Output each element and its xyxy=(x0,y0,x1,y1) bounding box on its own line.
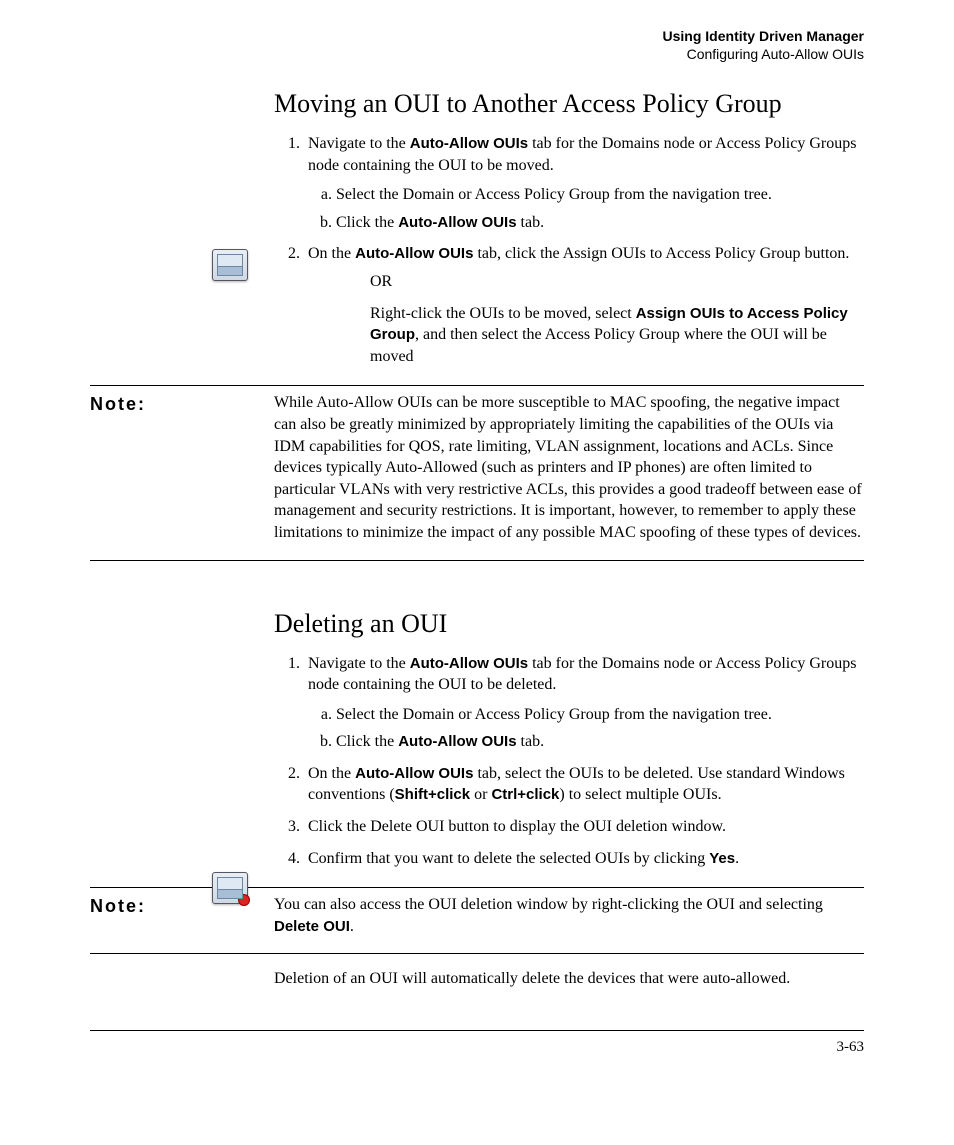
footer-rule xyxy=(90,1030,864,1031)
section1-title: Moving an OUI to Another Access Policy G… xyxy=(274,89,864,119)
text: Right-click the OUIs to be moved, select xyxy=(370,305,636,322)
text: , and then select the Access Policy Grou… xyxy=(370,326,827,365)
section2-title: Deleting an OUI xyxy=(274,609,864,639)
note-body: While Auto-Allow OUIs can be more suscep… xyxy=(274,392,864,549)
section1-step2: On the Auto-Allow OUIs tab, click the As… xyxy=(304,243,864,367)
text: Navigate to the xyxy=(308,655,410,672)
bold-text: Ctrl+click xyxy=(491,786,559,803)
text: On the xyxy=(308,245,355,262)
bold-text: Shift+click xyxy=(395,786,470,803)
text: Navigate to the xyxy=(308,135,410,152)
note2-text: You can also access the OUI deletion win… xyxy=(274,894,864,937)
bold-text: Auto-Allow OUIs xyxy=(355,765,473,782)
bold-text: Auto-Allow OUIs xyxy=(410,655,528,672)
text: Confirm that you want to delete the sele… xyxy=(308,850,709,867)
text: ) to select multiple OUIs. xyxy=(559,786,721,803)
text: tab, click the Assign OUIs to Access Pol… xyxy=(473,245,849,262)
section2-step3: Click the Delete OUI button to display t… xyxy=(304,816,864,838)
section2-step1: Navigate to the Auto-Allow OUIs tab for … xyxy=(304,653,864,753)
section1-step1: Navigate to the Auto-Allow OUIs tab for … xyxy=(304,133,864,233)
text: You can also access the OUI deletion win… xyxy=(274,896,823,913)
bold-text: Yes xyxy=(709,850,735,867)
text: or xyxy=(470,786,491,803)
section1-substeps: Select the Domain or Access Policy Group… xyxy=(308,184,864,233)
assign-oui-icon xyxy=(212,249,248,281)
section2-step2: On the Auto-Allow OUIs tab, select the O… xyxy=(304,763,864,806)
header-subtitle: Configuring Auto-Allow OUIs xyxy=(90,46,864,64)
section1-step1b: Click the Auto-Allow OUIs tab. xyxy=(336,212,864,234)
note-2: Note: You can also access the OUI deleti… xyxy=(90,887,864,954)
text: . xyxy=(735,850,739,867)
bold-text: Auto-Allow OUIs xyxy=(410,135,528,152)
alt-instruction: Right-click the OUIs to be moved, select… xyxy=(370,303,864,368)
note-body: You can also access the OUI deletion win… xyxy=(274,894,864,943)
bold-text: Auto-Allow OUIs xyxy=(355,245,473,262)
text: On the xyxy=(308,765,355,782)
section-deleting-oui: Deleting an OUI Navigate to the Auto-All… xyxy=(274,609,864,870)
text: tab. xyxy=(517,214,545,231)
note-label: Note: xyxy=(90,392,274,549)
section2-substeps: Select the Domain or Access Policy Group… xyxy=(308,704,864,753)
text: Click the xyxy=(336,214,398,231)
bold-text: Auto-Allow OUIs xyxy=(398,733,516,750)
text: Click the xyxy=(336,733,398,750)
deletion-consequence: Deletion of an OUI will automatically de… xyxy=(274,968,864,990)
note-1: Note: While Auto-Allow OUIs can be more … xyxy=(90,385,864,560)
page-header: Using Identity Driven Manager Configurin… xyxy=(90,28,864,63)
section1-steps: Navigate to the Auto-Allow OUIs tab for … xyxy=(274,133,864,367)
bold-text: Delete OUI xyxy=(274,918,350,935)
or-label: OR xyxy=(370,271,864,293)
section1-alt: OR Right-click the OUIs to be moved, sel… xyxy=(370,271,864,367)
page-number: 3-63 xyxy=(90,1039,864,1056)
text: tab. xyxy=(517,733,545,750)
bold-text: Auto-Allow OUIs xyxy=(398,214,516,231)
text: . xyxy=(350,918,354,935)
note1-text: While Auto-Allow OUIs can be more suscep… xyxy=(274,392,864,543)
header-title: Using Identity Driven Manager xyxy=(90,28,864,46)
section-moving-oui: Moving an OUI to Another Access Policy G… xyxy=(274,89,864,367)
section2-step4: Confirm that you want to delete the sele… xyxy=(304,848,864,870)
section2-step1a: Select the Domain or Access Policy Group… xyxy=(336,704,864,726)
section2-steps: Navigate to the Auto-Allow OUIs tab for … xyxy=(274,653,864,870)
section1-step1a: Select the Domain or Access Policy Group… xyxy=(336,184,864,206)
section2-step1b: Click the Auto-Allow OUIs tab. xyxy=(336,731,864,753)
delete-oui-icon xyxy=(212,872,248,904)
